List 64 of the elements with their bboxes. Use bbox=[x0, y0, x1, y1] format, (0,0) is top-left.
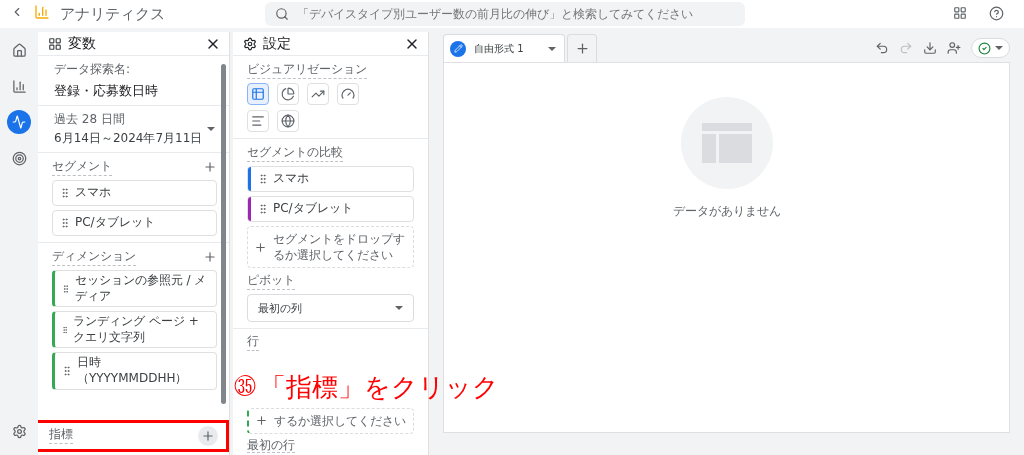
drag-handle-icon[interactable] bbox=[61, 282, 71, 295]
panel-title: 設定 bbox=[263, 34, 292, 53]
pencil-icon bbox=[450, 40, 466, 57]
section-label: 指標 bbox=[49, 426, 73, 444]
annotation-text: 「指標」をクリック bbox=[260, 372, 499, 404]
drag-handle-icon[interactable] bbox=[257, 203, 269, 215]
undo-icon[interactable] bbox=[875, 41, 889, 55]
table-icon[interactable] bbox=[247, 83, 269, 105]
scrollbar[interactable] bbox=[221, 64, 226, 404]
section-label: セグメント bbox=[52, 158, 112, 176]
variables-icon bbox=[48, 36, 62, 51]
add-button[interactable] bbox=[203, 160, 217, 174]
tab[interactable]: 自由形式 1 bbox=[443, 34, 565, 62]
step-number: ㉟ bbox=[234, 374, 256, 401]
drag-handle-icon[interactable] bbox=[257, 173, 269, 185]
segment-chip[interactable]: PC/タブレット bbox=[52, 210, 217, 236]
search-field[interactable]: 「デバイスタイプ別ユーザー数の前月比の伸び」と検索してみてください bbox=[265, 2, 745, 26]
segment-chip[interactable]: スマホ bbox=[52, 180, 217, 206]
drag-handle-icon[interactable] bbox=[59, 187, 71, 199]
field-label: データ探索名: bbox=[54, 61, 132, 78]
globe-icon[interactable] bbox=[277, 110, 299, 132]
date-range-label: 過去 28 日間 bbox=[54, 111, 126, 128]
section-label: ビジュアリゼーション bbox=[247, 61, 367, 79]
plus-icon bbox=[254, 240, 267, 254]
segment-chip[interactable]: スマホ bbox=[247, 166, 414, 192]
section-label: ディメンション bbox=[52, 248, 136, 266]
logo-icon bbox=[34, 4, 50, 20]
panel-title: 変数 bbox=[68, 34, 97, 53]
section-label: セグメントの比較 bbox=[247, 144, 343, 162]
empty-message: データがありません bbox=[672, 203, 781, 220]
segment-chip[interactable]: PC/タブレット bbox=[247, 196, 414, 222]
status-button[interactable] bbox=[971, 38, 1010, 58]
search-icon bbox=[275, 7, 289, 21]
section-label: 行 bbox=[247, 333, 259, 352]
section-label: ピボット bbox=[247, 272, 295, 291]
check-icon bbox=[978, 41, 991, 55]
help-icon[interactable] bbox=[989, 5, 1004, 21]
section-label: 最初の行 bbox=[247, 438, 295, 453]
donut-chart-icon[interactable] bbox=[277, 83, 299, 105]
plus-icon bbox=[255, 414, 268, 428]
drag-handle-icon[interactable] bbox=[59, 217, 71, 229]
drop-zone[interactable]: セグメントをドロップするか選択してください bbox=[247, 226, 414, 269]
dimension-chip[interactable]: 日時（YYYYMMDDHH） bbox=[52, 352, 217, 390]
apps-icon[interactable] bbox=[953, 6, 967, 20]
download-icon[interactable] bbox=[923, 41, 937, 55]
explore-icon[interactable] bbox=[7, 110, 31, 134]
settings-icon bbox=[243, 36, 257, 51]
dimension-chip[interactable]: セッションの参照元 / メディア bbox=[52, 270, 217, 308]
pivot-select[interactable]: 最初の列 bbox=[247, 294, 414, 323]
plus-icon bbox=[574, 41, 590, 56]
plus-icon bbox=[201, 429, 215, 443]
caret-icon[interactable] bbox=[207, 127, 215, 131]
app-name: アナリティクス bbox=[60, 4, 165, 24]
share-icon[interactable] bbox=[947, 41, 961, 55]
date-range[interactable]: 6月14日～2024年7月11日 bbox=[54, 130, 203, 147]
dimension-chip[interactable]: ランディング ページ + クエリ文字列 bbox=[52, 311, 217, 349]
drag-handle-icon[interactable] bbox=[61, 364, 73, 377]
bar-chart-icon[interactable] bbox=[247, 110, 269, 132]
drop-zone[interactable]: するか選択してください bbox=[247, 407, 414, 434]
caret-icon bbox=[995, 46, 1003, 50]
line-chart-icon[interactable] bbox=[307, 83, 329, 105]
exploration-name[interactable]: 登録・応募数日時 bbox=[54, 82, 215, 100]
add-button[interactable] bbox=[203, 250, 217, 264]
add-button[interactable] bbox=[198, 426, 218, 446]
